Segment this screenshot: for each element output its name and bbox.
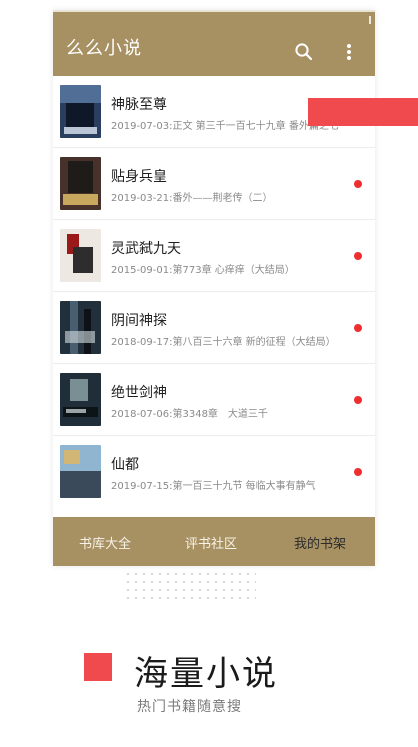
unread-dot: [354, 252, 362, 260]
more-vert-icon[interactable]: [346, 43, 352, 61]
book-cover: [60, 445, 101, 498]
book-row[interactable]: 阴间神探 2018-09-17:第八百三十六章 新的征程（大结局）: [53, 292, 375, 364]
feature-title: 海量小说: [134, 654, 278, 694]
book-row[interactable]: 仙都 2019-07-15:第一百三十九节 每临大事有静气: [53, 436, 375, 507]
unread-dot: [354, 324, 362, 332]
book-cover: [60, 301, 101, 354]
red-accent-bar: [308, 98, 418, 126]
book-title: 仙都: [111, 457, 139, 473]
bookshelf-list: 神脉至尊 2019-07-03:正文 第三千一百七十九章 番外篇之七 贴身兵皇 …: [53, 76, 375, 506]
book-cover: [60, 157, 101, 210]
book-cover: [60, 85, 101, 138]
search-icon[interactable]: [294, 42, 314, 62]
tab-community[interactable]: 评书社区: [185, 533, 237, 552]
book-cover: [60, 373, 101, 426]
book-latest-chapter: 2018-09-17:第八百三十六章 新的征程（大结局）: [111, 337, 336, 348]
book-latest-chapter: 2019-07-03:正文 第三千一百七十九章 番外篇之七: [111, 121, 339, 132]
bottom-tab-bar: 书库大全 评书社区 我的书架: [53, 517, 375, 566]
app-bar: 么么小说: [53, 12, 375, 76]
book-latest-chapter: 2019-03-21:番外——荆老传（二）: [111, 193, 273, 204]
unread-dot: [354, 180, 362, 188]
book-latest-chapter: 2018-07-06:第3348章 大道三千: [111, 409, 268, 420]
phone-screen: 么么小说 神脉至尊 2019-07-03:正文 第三千一百七十九章 番外篇之七: [53, 10, 375, 566]
book-row[interactable]: 灵武弑九天 2015-09-01:第773章 心痒痒（大结局）: [53, 220, 375, 292]
dot-pattern: [124, 570, 256, 604]
book-row[interactable]: 绝世剑神 2018-07-06:第3348章 大道三千: [53, 364, 375, 436]
unread-dot: [354, 468, 362, 476]
tab-library[interactable]: 书库大全: [79, 533, 131, 552]
book-title: 阴间神探: [111, 313, 167, 329]
feature-marker-icon: [84, 653, 112, 681]
unread-dot: [354, 396, 362, 404]
book-title: 贴身兵皇: [111, 169, 167, 185]
status-indicator: [369, 16, 371, 24]
feature-subtitle: 热门书籍随意搜: [137, 699, 242, 715]
book-title: 灵武弑九天: [111, 241, 181, 257]
tab-bookshelf[interactable]: 我的书架: [294, 533, 346, 552]
book-latest-chapter: 2015-09-01:第773章 心痒痒（大结局）: [111, 265, 295, 276]
book-row[interactable]: 贴身兵皇 2019-03-21:番外——荆老传（二）: [53, 148, 375, 220]
book-latest-chapter: 2019-07-15:第一百三十九节 每临大事有静气: [111, 481, 316, 492]
book-cover: [60, 229, 101, 282]
app-title: 么么小说: [66, 38, 142, 59]
book-title: 绝世剑神: [111, 385, 167, 401]
book-title: 神脉至尊: [111, 97, 167, 113]
